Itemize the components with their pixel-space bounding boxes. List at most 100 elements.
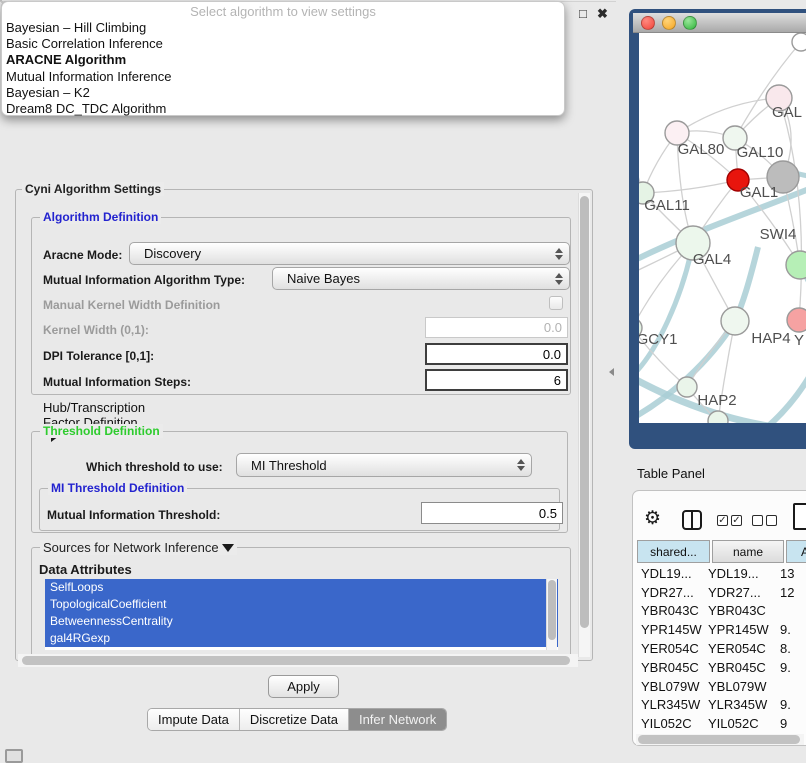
column-header-name[interactable]: name [712,540,784,563]
network-view-titlebar[interactable] [633,13,806,33]
stepper-arrows-icon [554,248,562,260]
network-node-swi4[interactable] [786,251,806,279]
checked-checkbox-icon[interactable]: ✓ [731,515,742,526]
which-threshold-label: Which threshold to use: [86,460,223,474]
mi-algorithm-type-combobox[interactable]: Naive Bayes [272,267,570,290]
cell-shared: YBL079W [633,679,708,694]
kernel-width-label: Kernel Width (0,1): [43,323,149,337]
network-graph: GAL GAL80 GAL10 GAL1 GAL11 SWI4 GAL4 GCY… [639,33,806,423]
zoom-traffic-light[interactable] [683,16,697,30]
tab-impute-data[interactable]: Impute Data [148,709,239,730]
algorithm-option-selected[interactable]: ARACNE Algorithm [2,52,564,68]
tab-label: Discretize Data [250,712,338,727]
network-node-salmon[interactable] [787,308,806,332]
network-canvas[interactable]: GAL GAL80 GAL10 GAL1 GAL11 SWI4 GAL4 GCY… [639,33,806,423]
manual-kernel-checkbox[interactable] [549,296,563,310]
settings-vertical-scrollbar[interactable] [578,193,590,657]
unchecked-checkbox-icon[interactable] [766,515,777,526]
cell-value: 12 [780,585,806,600]
table-horizontal-scrollbar[interactable] [636,734,804,745]
cell-value: 9 [780,716,806,731]
splitter-toggle-icon[interactable] [609,368,614,376]
mi-algorithm-type-label: Mutual Information Algorithm Type: [43,273,245,287]
gear-icon[interactable]: ⚙ [644,507,661,530]
settings-horizontal-scrollbar[interactable] [18,654,578,667]
tab-discretize-data[interactable]: Discretize Data [239,709,348,730]
attribute-item-selected[interactable]: SelfLoops [45,579,558,596]
cell-shared: YBR045C [633,660,708,675]
kernel-width-field[interactable]: 0.0 [425,317,568,338]
algorithm-option[interactable]: Bayesian – Hill Climbing [2,20,564,36]
float-icon[interactable]: □ [579,6,587,21]
column-header-label: name [733,545,763,559]
table-rows[interactable]: YDL19...YDL19...13 YDR27...YDR27...12 YB… [633,564,806,733]
algorithm-option[interactable]: Mutual Information Inference [2,69,564,85]
algorithm-option[interactable]: Bayesian – K2 [2,85,564,101]
attribute-item-selected[interactable]: gal4RGexp [45,630,558,647]
attributes-scrollbar-thumb[interactable] [548,580,556,640]
control-panel-window: Control Panel □ ✖ Network Style Select C… [0,0,2,2]
node-label: Y [794,332,804,349]
network-node-hap4[interactable] [721,307,749,335]
mi-threshold-field[interactable]: 0.5 [421,502,563,524]
mi-steps-label: Mutual Information Steps: [43,375,191,389]
unchecked-checkbox-icon[interactable] [752,515,763,526]
table-hscrollbar-thumb[interactable] [638,735,800,744]
sources-title-wrap[interactable]: Sources for Network Inference [40,540,237,555]
which-threshold-combobox[interactable]: MI Threshold [236,453,532,477]
column-header-shared[interactable]: shared... [637,540,710,563]
table-row[interactable]: YDL19...YDL19...13 [633,564,806,583]
algorithm-definition-title: Algorithm Definition [40,210,161,224]
mi-threshold-value: 0.5 [539,506,557,521]
table-row[interactable]: YIL052CYIL052C9 [633,714,806,733]
attributes-list-scrollbar[interactable] [546,579,557,650]
dpi-tolerance-field[interactable]: 0.0 [425,343,568,365]
table-row[interactable]: YBR045CYBR045C9. [633,658,806,677]
table-row[interactable]: YDR27...YDR27...12 [633,583,806,602]
data-attributes-list[interactable]: SelfLoops TopologicalCoefficient Between… [45,579,558,650]
mi-threshold-definition-title: MI Threshold Definition [48,481,187,495]
corner-widget-icon[interactable] [5,749,23,763]
apply-label: Apply [287,679,320,694]
minimize-traffic-light[interactable] [662,16,676,30]
table-row[interactable]: YER054CYER054C8. [633,639,806,658]
stepper-arrows-icon [554,273,562,285]
attribute-item-selected[interactable]: BetweennessCentrality [45,613,558,630]
columns-icon[interactable] [682,510,702,530]
network-edge [643,180,738,193]
cell-name: YER054C [708,641,780,656]
apply-button[interactable]: Apply [268,675,339,698]
close-icon[interactable]: ✖ [597,6,608,22]
table-row[interactable]: YLR345WYLR345W9. [633,696,806,715]
algorithm-option[interactable]: Dream8 DC_TDC Algorithm [2,101,564,117]
node-label: SWI4 [760,226,797,243]
attribute-item-selected[interactable]: TopologicalCoefficient [45,596,558,613]
table-panel-title: Table Panel [637,466,705,481]
table-row[interactable]: YPR145WYPR145W9. [633,620,806,639]
mi-steps-field[interactable]: 6 [425,369,568,391]
mi-algorithm-type-value: Naive Bayes [287,271,360,286]
cell-shared: YBR043C [633,603,708,618]
expander-expanded-icon[interactable] [222,544,234,552]
dpi-tolerance-value: 0.0 [543,347,561,362]
column-header-label: shared... [650,545,697,559]
settings-scrollbar-thumb[interactable] [580,196,589,628]
document-icon[interactable] [793,503,806,530]
tab-label: Infer Network [359,712,436,727]
table-row[interactable]: YBR043CYBR043C [633,602,806,621]
tab-infer-network[interactable]: Infer Network [348,709,446,730]
network-node-toparc[interactable] [792,33,806,51]
bottom-tabbar: Impute Data Discretize Data Infer Networ… [147,708,447,731]
close-traffic-light[interactable] [641,16,655,30]
algorithm-option[interactable]: Basic Correlation Inference [2,36,564,52]
aracne-mode-combobox[interactable]: Discovery [129,242,570,265]
network-node-hap2[interactable] [677,377,697,397]
aracne-mode-label: Aracne Mode: [43,248,122,262]
cell-shared: YDR27... [633,585,708,600]
cell-name: YBL079W [708,679,780,694]
column-header-partial[interactable]: A [786,540,806,563]
checked-checkbox-icon[interactable]: ✓ [717,515,728,526]
settings-hscrollbar-thumb[interactable] [22,656,570,665]
cell-shared: YPR145W [633,622,708,637]
table-row[interactable]: YBL079WYBL079W [633,677,806,696]
